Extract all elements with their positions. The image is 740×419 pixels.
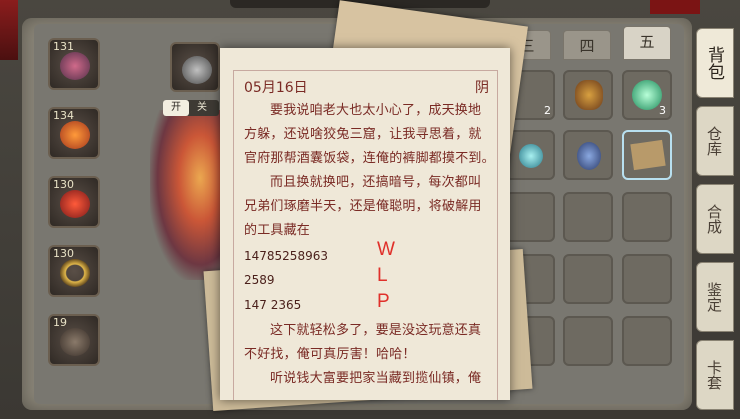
helmet-icon <box>182 56 212 84</box>
bag-slot[interactable] <box>563 70 613 120</box>
flower-icon <box>60 52 90 80</box>
bag-slot[interactable] <box>563 316 613 366</box>
letter-line: 的工具藏在 <box>244 223 311 238</box>
display-toggle[interactable]: 开关 <box>163 100 219 116</box>
ring-icon <box>60 259 90 287</box>
letter-line: 而且换就换吧，还搞暗号，每次都叫 <box>270 175 482 190</box>
bag-slot[interactable] <box>622 192 672 242</box>
equipment-slot[interactable]: 131 <box>48 38 100 90</box>
side-tab-identify[interactable]: 鉴定 <box>696 262 734 332</box>
handwritten-mark: W <box>377 239 395 260</box>
letter-line: 兄弟们琢磨半天，还是俺聪明，将破解用 <box>244 199 482 214</box>
letter-frame: 05月16日 阴 要我说咱老大也太小心了，成天换地 方躲，还说啥狡兔三窟，让我寻… <box>233 70 498 400</box>
bag-slot[interactable] <box>505 192 555 242</box>
letter-line: 方躲，还说啥狡兔三窟，让我寻思着，就 <box>244 127 482 142</box>
fan-icon <box>60 121 90 149</box>
side-tab-warehouse[interactable]: 仓库 <box>696 106 734 176</box>
handwritten-mark: L <box>377 265 388 286</box>
green-orb-icon <box>632 80 662 110</box>
bag-slot[interactable]: 3 <box>622 70 672 120</box>
letter-line: 听说钱大富要把家当藏到揽仙镇，俺 <box>270 371 482 386</box>
side-tab-synthesis[interactable]: 合成 <box>696 184 734 254</box>
side-tab-bag[interactable]: 背包 <box>696 28 734 98</box>
equipment-slot[interactable]: 19 <box>48 314 100 366</box>
bag-slot[interactable] <box>505 130 555 180</box>
bag-slot[interactable] <box>563 192 613 242</box>
gem-icon <box>519 144 543 168</box>
orb-icon <box>60 190 90 218</box>
bottle-icon <box>577 142 601 170</box>
staff-icon <box>575 80 603 110</box>
letter-line: 要我说咱老大也太小心了，成天换地 <box>270 103 482 118</box>
equipment-slot[interactable]: 130 <box>48 176 100 228</box>
armor-icon <box>60 328 90 356</box>
bag-slot[interactable] <box>563 254 613 304</box>
handwritten-mark: P <box>377 291 390 312</box>
letter-line: 这下就轻松多了，要是没这玩意还真 <box>270 323 482 338</box>
letter-icon <box>630 139 666 171</box>
diary-letter[interactable]: 05月16日 阴 要我说咱老大也太小心了，成天换地 方躲，还说啥狡兔三窟，让我寻… <box>220 48 510 400</box>
letter-weather: 阴 <box>475 80 489 96</box>
bag-slot[interactable] <box>622 316 672 366</box>
red-banner <box>650 0 700 14</box>
letter-date: 05月16日 <box>244 80 308 96</box>
code-number: 2589 <box>244 273 275 287</box>
letter-line: 官府那帮酒囊饭袋，连俺的裤脚都摸不到。 <box>244 151 495 166</box>
letter-line: 不好找，俺可真厉害！哈哈！ <box>244 347 416 362</box>
code-number: 14785258963 <box>244 249 328 263</box>
tab-page-5[interactable]: 五 <box>623 26 671 60</box>
equipment-slot[interactable]: 130 <box>48 245 100 297</box>
bag-slot[interactable] <box>622 254 672 304</box>
equipment-slot[interactable]: 134 <box>48 107 100 159</box>
red-ribbon <box>0 0 18 60</box>
equipment-slot[interactable] <box>170 42 220 92</box>
bag-slot[interactable] <box>622 130 672 180</box>
side-tab-card[interactable]: 卡套 <box>696 340 734 410</box>
letter-header: 05月16日 阴 <box>244 77 489 97</box>
bag-slot[interactable] <box>563 130 613 180</box>
tab-page-4[interactable]: 四 <box>563 30 611 60</box>
code-number: 147 2365 <box>244 298 302 312</box>
